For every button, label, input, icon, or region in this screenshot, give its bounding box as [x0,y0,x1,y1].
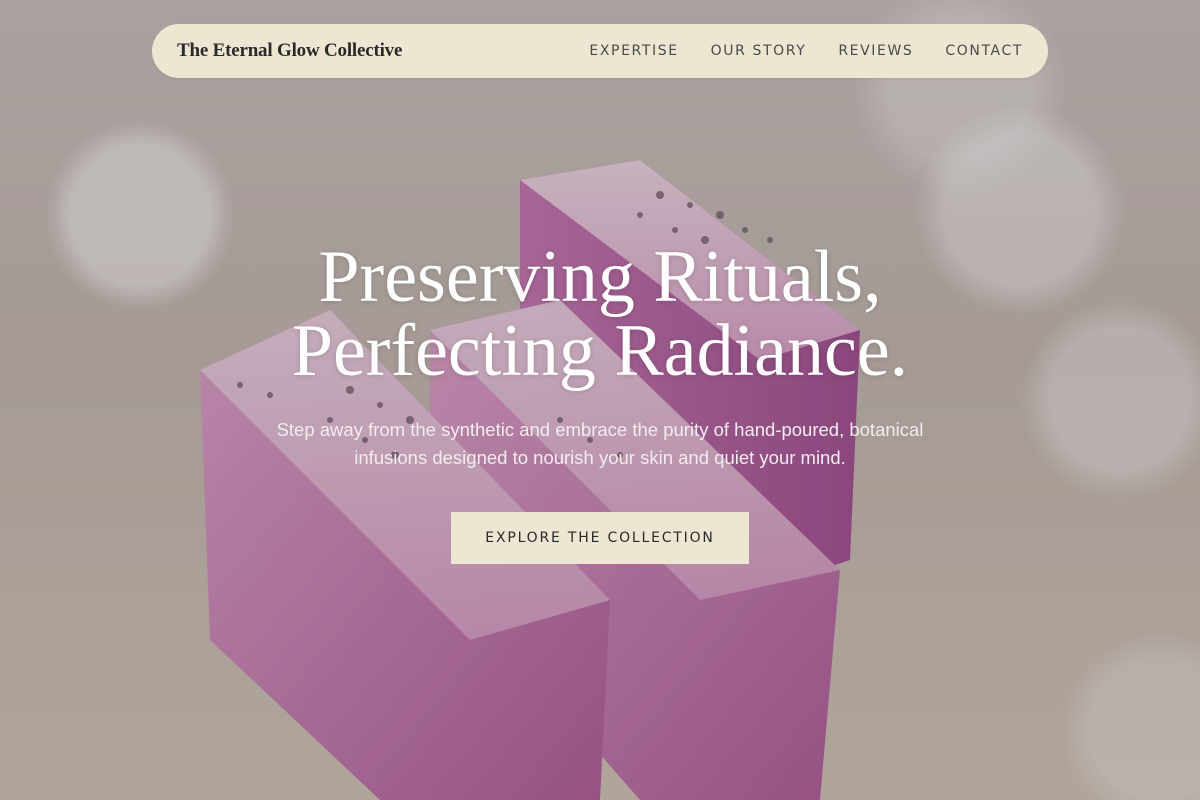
top-navbar: The Eternal Glow Collective EXPERTISE OU… [152,24,1048,78]
nav-link-reviews[interactable]: REVIEWS [838,43,913,59]
hero-subtext: Step away from the synthetic and embrace… [276,419,924,468]
explore-collection-button[interactable]: EXPLORE THE COLLECTION [451,512,749,564]
nav-link-our-story[interactable]: OUR STORY [711,43,807,59]
hero-headline-line2: Perfecting Radiance. [291,310,909,392]
nav-link-expertise[interactable]: EXPERTISE [589,43,678,59]
nav-links: EXPERTISE OUR STORY REVIEWS CONTACT [589,43,1023,59]
brand-logo[interactable]: The Eternal Glow Collective [177,40,402,62]
hero-content: Preserving Rituals, Perfecting Radiance.… [0,240,1200,564]
hero-headline-line1: Preserving Rituals, [318,236,882,318]
nav-link-contact[interactable]: CONTACT [945,43,1023,59]
hero-headline: Preserving Rituals, Perfecting Radiance. [0,240,1200,388]
